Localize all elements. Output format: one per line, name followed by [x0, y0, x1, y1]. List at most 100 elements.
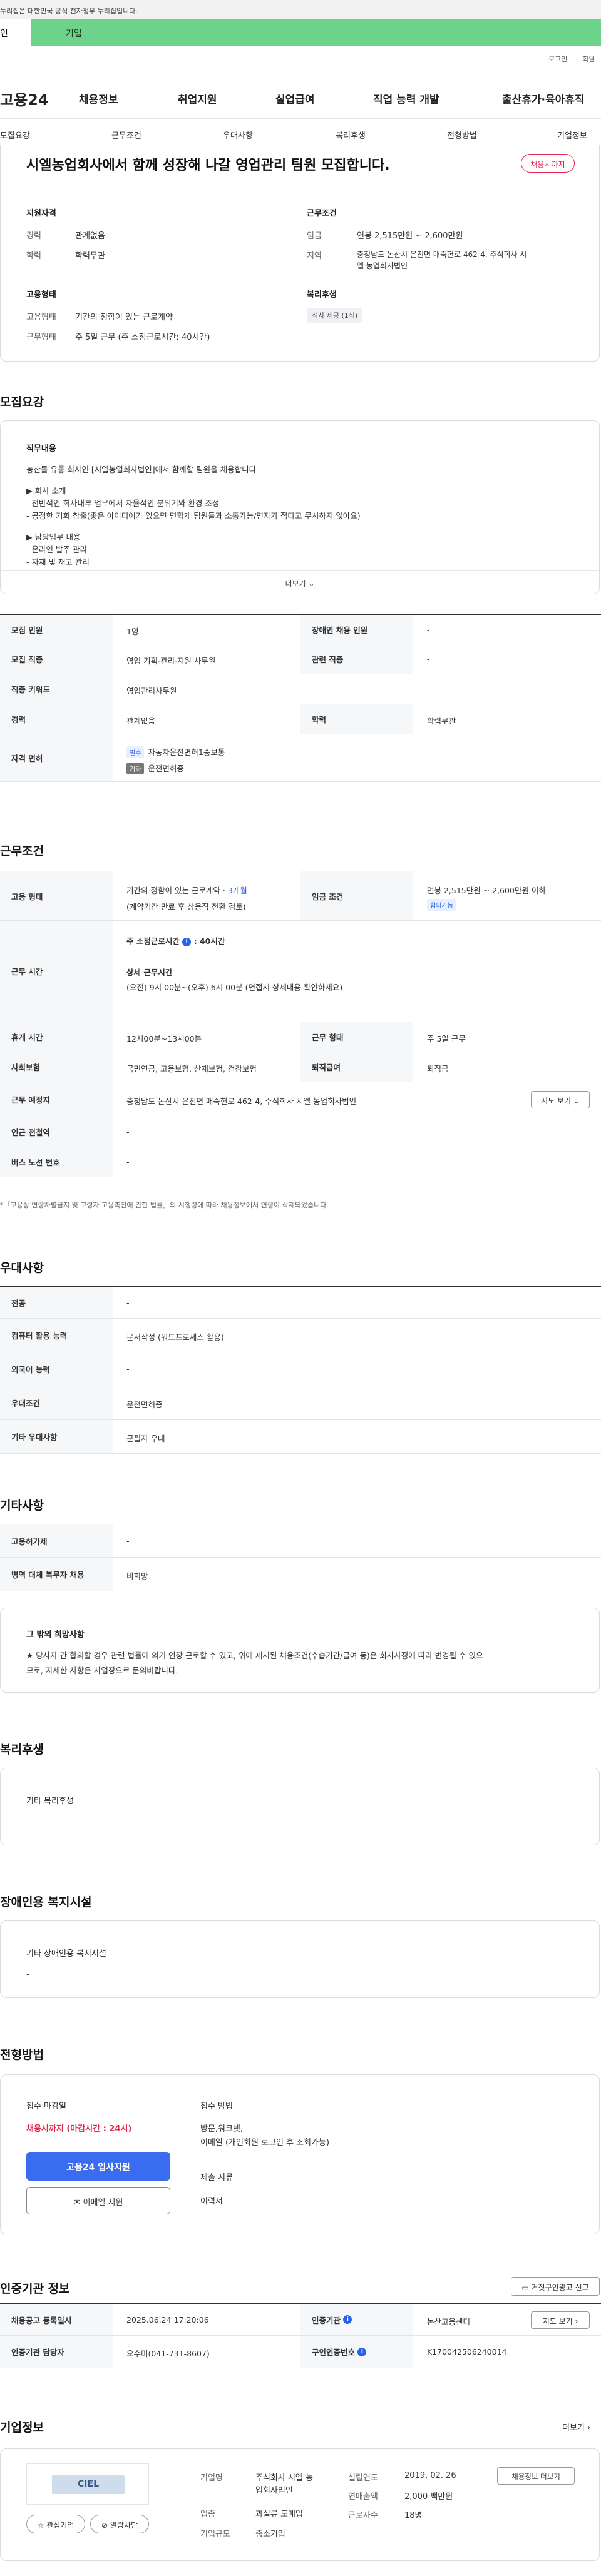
company-industry-value: 과실류 도매업: [255, 2510, 303, 2519]
row-header: 기타 우대사항: [0, 1420, 113, 1453]
row-header: 관련 직종: [300, 644, 413, 674]
block-view-button[interactable]: ⊘ 열람차단: [90, 2515, 149, 2533]
disabled-facility-card: [0, 1920, 600, 1998]
cond-region-value: 충청남도 논산시 은진면 매죽헌로 462-4, 주식회사 시: [357, 250, 527, 259]
table-row: 모집 직종 영업 기획·관리·지원 사무원 관련 직종 -: [0, 644, 601, 674]
row-value: -: [126, 1127, 130, 1137]
row-header: 버스 노선 번호: [0, 1147, 113, 1177]
qual-education-value: 학력무관: [75, 251, 105, 261]
qual-career-value: 관계없음: [75, 231, 105, 241]
gnb-item-jobs[interactable]: 채용정보: [79, 91, 118, 106]
gnb-item-vocational-training[interactable]: 직업 능력 개발: [373, 91, 439, 106]
welfare-summary-title: 복리후생: [307, 290, 337, 300]
row-value: 12시00분~13시00분: [126, 1034, 202, 1043]
disabled-facility-other-value: -: [26, 1969, 29, 1979]
section-nav-work[interactable]: 근무조건: [111, 129, 141, 141]
email-apply-button[interactable]: ✉ 이메일 지원: [26, 2187, 170, 2214]
row-value: 문서작성 (워드프로세스 활용): [126, 1332, 224, 1342]
company-industry-label: 업종: [200, 2510, 215, 2519]
job-description-line: 농산물 유통 회사인 [시엘농업회사법인]에서 함께할 팀원을 채용합니다: [26, 465, 257, 474]
login-link[interactable]: 로그인: [548, 54, 567, 64]
description-more-button[interactable]: 더보기 ⌄: [0, 570, 600, 594]
table-row: 컴퓨터 활용 능력 문서작성 (워드프로세스 활용): [0, 1319, 601, 1352]
row-header: 자격 면허: [0, 734, 113, 781]
founded-value: 2019. 02. 26: [404, 2471, 456, 2480]
row-header: 고용 형태: [0, 871, 113, 920]
row-header: 임금 조건: [300, 871, 413, 920]
disabled-facility-other-title: 기타 장애인용 복지시설: [26, 1949, 106, 1959]
row-header: 사회보험: [0, 1052, 113, 1082]
info-icon[interactable]: i: [357, 2347, 367, 2356]
row-header: 학력: [300, 704, 413, 734]
row-value: 논산고용센터: [427, 2317, 471, 2326]
table-row: 전공 -: [0, 1286, 601, 1319]
info-icon[interactable]: i: [343, 2315, 352, 2324]
section-nav-welfare[interactable]: 복리후생: [336, 129, 366, 141]
qual-education-label: 학력: [26, 251, 41, 261]
condition-title: 근무조건: [307, 209, 337, 218]
company-jobs-button[interactable]: 채용정보 더보기: [497, 2467, 575, 2485]
row-header: 우대조건: [0, 1386, 113, 1419]
revenue-value: 2,000 백만원: [404, 2492, 453, 2502]
section-nav-company[interactable]: 기업정보: [557, 129, 587, 141]
tab-business[interactable]: 기업: [31, 19, 601, 46]
company-more-link[interactable]: 더보기 ›: [562, 2421, 590, 2433]
job-description-line: - 온라인 발주 관리: [26, 545, 87, 554]
chevron-down-icon: ⌄: [308, 579, 315, 588]
favorite-company-button[interactable]: ☆ 관심기업: [26, 2515, 85, 2533]
cond-region-label: 지역: [307, 251, 322, 261]
other-requests-title: 그 밖의 희망사항: [26, 1630, 85, 1640]
deadline-value: 채용시까지 (마감시간 : 24시): [26, 2124, 132, 2134]
gnb-item-employment-support[interactable]: 취업지원: [178, 91, 217, 106]
row-value: -: [126, 1536, 130, 1546]
table-row: 직종 키워드 영업관리사무원: [0, 674, 601, 704]
welfare-chip: 식사 제공 (1식): [307, 308, 363, 323]
row-header: 인증기관 담당자: [0, 2336, 113, 2368]
row-value: 영업관리사무원: [126, 686, 177, 696]
section-nav-recruit[interactable]: 모집요강: [0, 129, 30, 141]
method-title: 접수 방법: [200, 2102, 233, 2111]
row-header: 근무 예정지: [0, 1082, 113, 1117]
qual-career-label: 경력: [26, 231, 41, 241]
employees-value: 18명: [404, 2511, 423, 2520]
row-header: 모집 직종: [0, 644, 113, 674]
row-header: 근무 시간: [0, 921, 113, 1022]
row-header: 인증기관 i: [300, 2304, 413, 2335]
method-value: 방문,워크넷,: [200, 2124, 244, 2134]
emp-type-value: 기간의 정함이 있는 근로계약 · 3개월: [126, 884, 247, 896]
row-value: -: [126, 1157, 130, 1167]
tab-person[interactable]: 인: [0, 19, 31, 46]
row-value: 1명: [126, 627, 139, 636]
row-header: 모집 인원: [0, 615, 113, 644]
wage-value: 연봉 2,515만원 ~ 2,600만원 이하: [427, 886, 546, 895]
employees-label: 근로자수: [348, 2511, 378, 2520]
section-nav: 모집요강 근무조건 우대사항 복리후생 전형방법 기업정보: [0, 123, 601, 145]
work-form-value: 주 5일 근무 (주 소정근로시간: 40시간): [75, 333, 210, 342]
cert-map-button[interactable]: 지도 보기 ›: [531, 2311, 590, 2329]
site-logo[interactable]: 고용24: [0, 88, 49, 109]
company-logo: CIEL: [26, 2463, 149, 2505]
false-ad-report-button[interactable]: ▭ 거짓구인광고 신고: [511, 2277, 600, 2296]
apply-button[interactable]: 고용24 입사지원: [26, 2152, 170, 2181]
work-section-title: 근무조건: [0, 844, 44, 858]
job-description-line: ▶ 회사 소개: [26, 486, 66, 495]
license-name: 운전면허증: [148, 764, 184, 773]
row-header: 외국어 능력: [0, 1352, 113, 1386]
document-icon: ▭: [521, 2283, 529, 2292]
table-row: 근무 예정지 충청남도 논산시 은진면 매죽헌로 462-4, 주식회사 시엘 …: [0, 1082, 601, 1117]
section-nav-prefer[interactable]: 우대사항: [223, 129, 253, 141]
row-value: 운전면허증: [126, 1400, 163, 1409]
gnb-item-maternity-leave[interactable]: 출산휴가·육아휴직: [502, 91, 585, 106]
row-value: 군필자 우대: [126, 1434, 165, 1443]
qualification-title: 지원자격: [26, 209, 56, 218]
welfare-other-title: 기타 복리후생: [26, 1797, 74, 1806]
star-icon: ☆: [37, 2521, 44, 2530]
row-header: 경력: [0, 704, 113, 734]
license-item: 기타 운전면허증: [126, 762, 184, 774]
map-view-button[interactable]: 지도 보기 ⌄: [531, 1091, 590, 1108]
gnb-item-unemployment-benefit[interactable]: 실업급여: [275, 91, 315, 106]
info-icon[interactable]: i: [182, 937, 192, 946]
table-row: 기타 우대사항 군필자 우대: [0, 1420, 601, 1454]
join-link[interactable]: 회원: [582, 54, 595, 64]
section-nav-process[interactable]: 전형방법: [447, 129, 477, 141]
